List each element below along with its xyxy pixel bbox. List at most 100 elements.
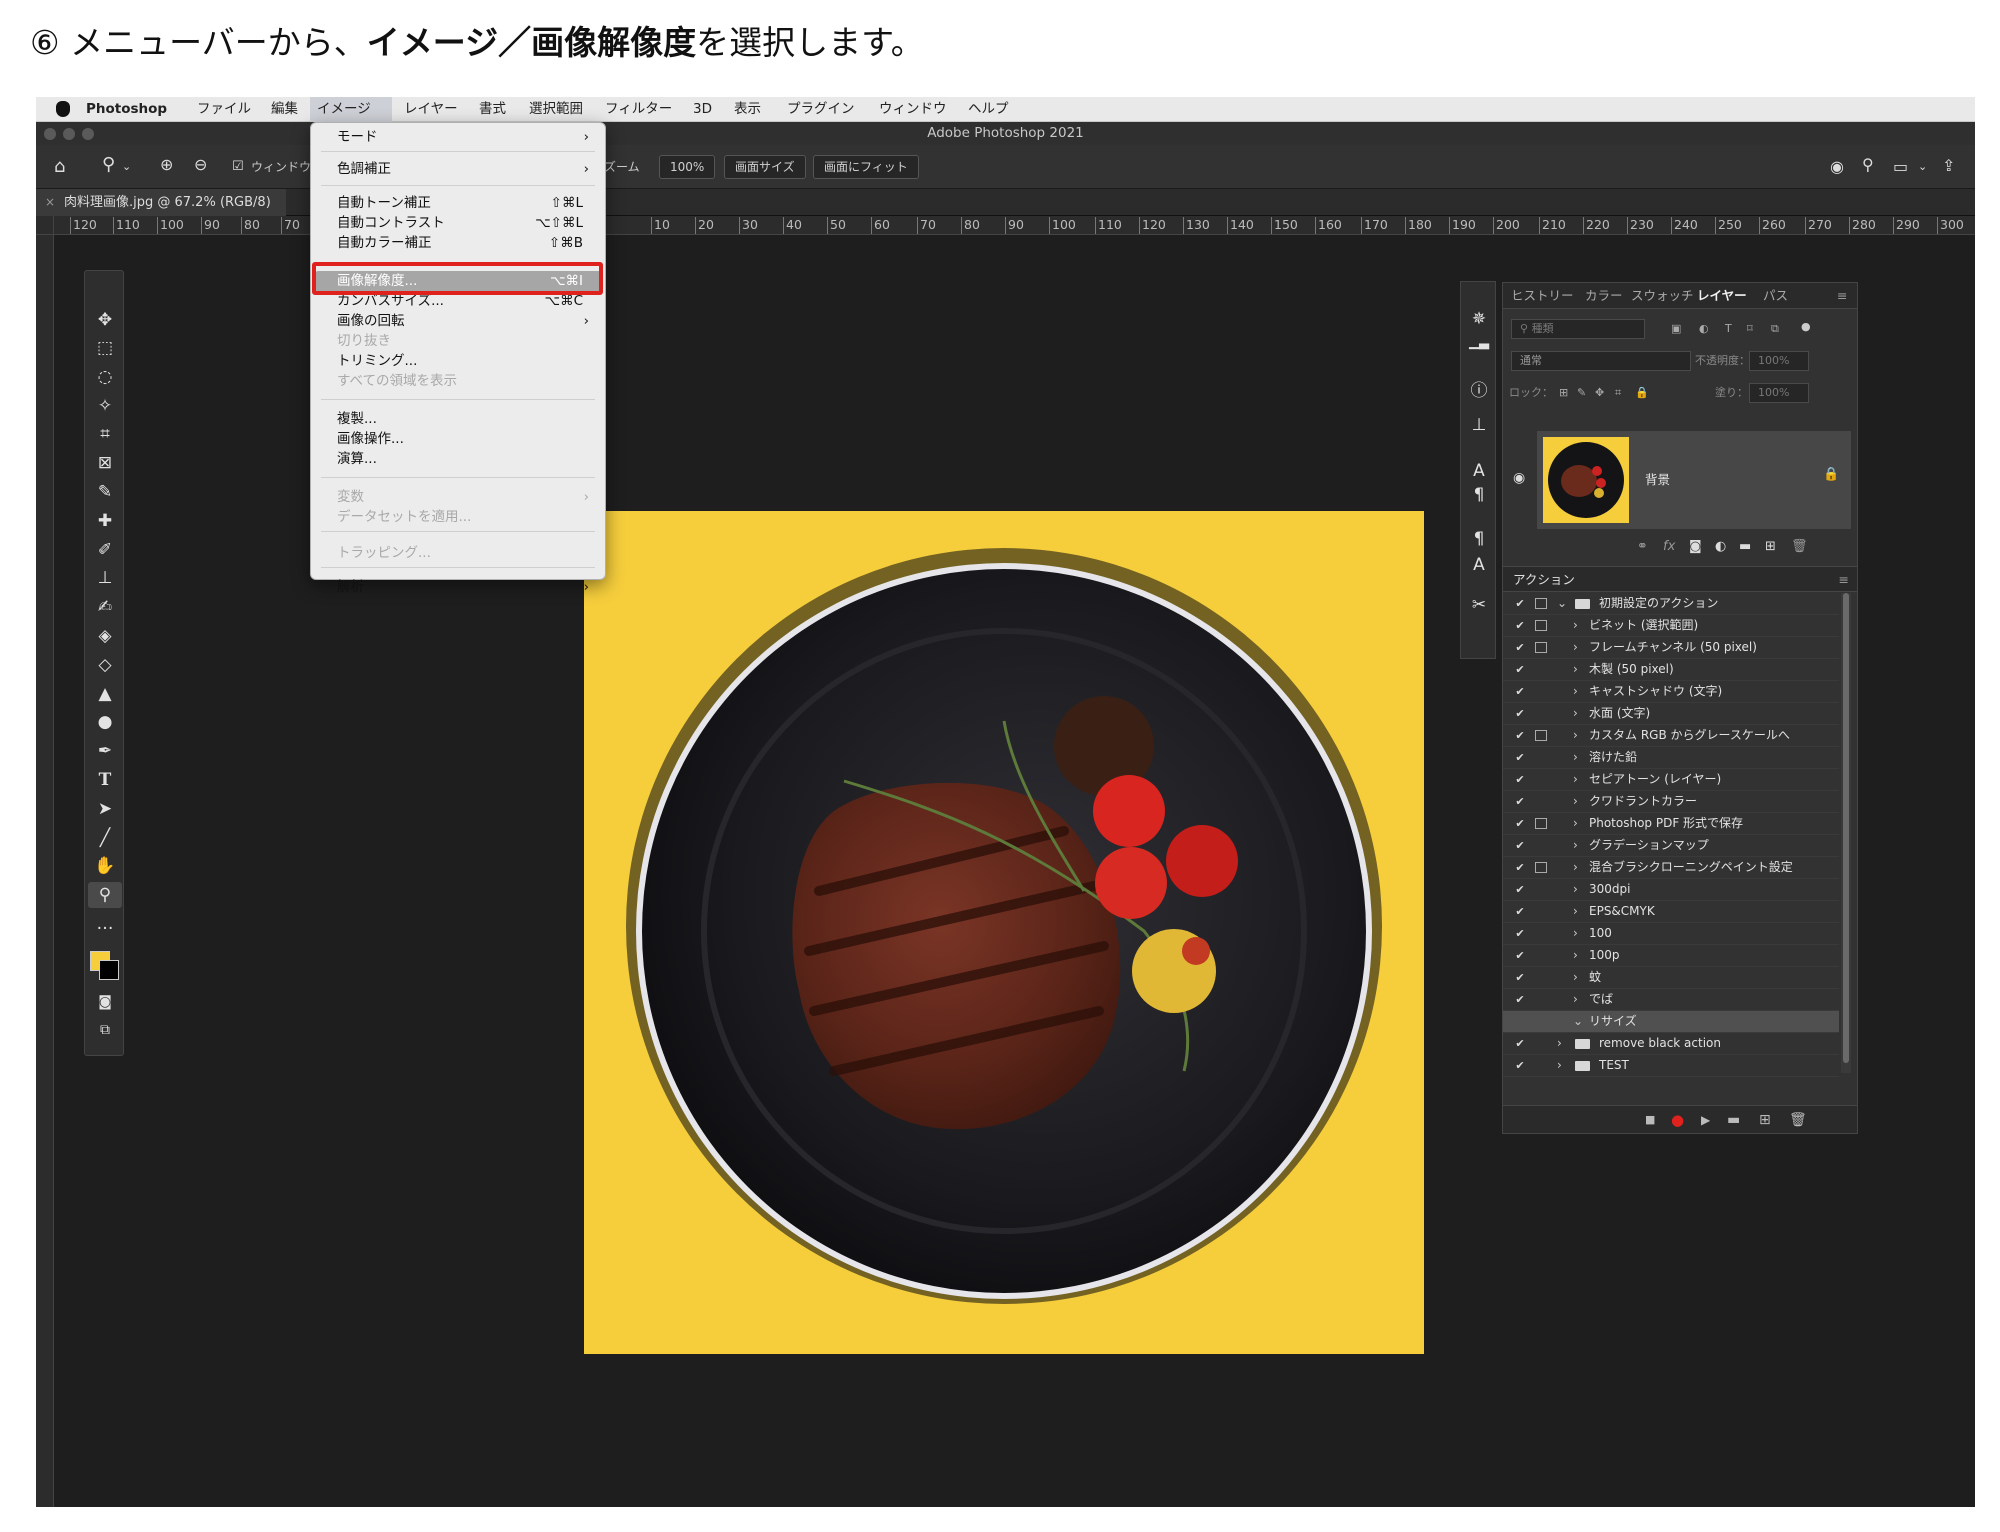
- image-menu-item[interactable]: 自動コントラスト ⌥⇧⌘L: [311, 213, 605, 233]
- panel-menu-icon[interactable]: ≡: [1837, 283, 1847, 309]
- dialog-toggle-icon[interactable]: [1535, 862, 1547, 873]
- close-tab-icon[interactable]: ×: [45, 189, 55, 216]
- stamp-tool-icon[interactable]: ⊥: [88, 565, 122, 591]
- lock-position-icon[interactable]: ✥: [1595, 383, 1604, 403]
- checkbox-checked-icon[interactable]: ☑: [232, 155, 244, 179]
- menu-select[interactable]: 選択範囲: [522, 97, 590, 122]
- action-row[interactable]: ✔ › 300dpi: [1503, 879, 1839, 901]
- type-tool-icon[interactable]: T: [88, 767, 122, 793]
- layer-filter-input[interactable]: ⚲ 種類: [1511, 319, 1645, 339]
- chevron-right-icon[interactable]: ›: [1573, 835, 1578, 856]
- image-menu-item[interactable]: 画像操作...: [311, 429, 605, 449]
- action-check-icon[interactable]: ✔: [1513, 637, 1527, 658]
- menu-app-photoshop[interactable]: Photoshop: [79, 97, 174, 122]
- zoom-out-icon[interactable]: ⊖: [194, 153, 207, 177]
- action-check-icon[interactable]: ✔: [1513, 703, 1527, 724]
- histogram-icon[interactable]: ▁▃: [1462, 330, 1496, 356]
- blur-tool-icon[interactable]: ▲: [88, 681, 122, 707]
- layer-row-background[interactable]: 背景 🔒: [1537, 431, 1851, 529]
- filter-type-icon[interactable]: T: [1725, 319, 1732, 339]
- chevron-right-icon[interactable]: ›: [1557, 1033, 1562, 1054]
- chevron-right-icon[interactable]: ›: [1573, 681, 1578, 702]
- menu-window[interactable]: ウィンドウ: [872, 97, 954, 122]
- fill-field[interactable]: 100%: [1749, 383, 1809, 403]
- dialog-toggle-icon[interactable]: [1535, 642, 1547, 653]
- filter-pixel-icon[interactable]: ▣: [1671, 319, 1681, 339]
- link-layers-icon[interactable]: ⚭: [1637, 537, 1648, 557]
- line-tool-icon[interactable]: ╱: [88, 825, 122, 851]
- glyph-icon[interactable]: ¶: [1462, 526, 1496, 552]
- actions-scrollbar[interactable]: [1841, 593, 1851, 1073]
- action-check-icon[interactable]: ✔: [1513, 1033, 1527, 1054]
- action-row[interactable]: ✔ › セピアトーン (レイヤー): [1503, 769, 1839, 791]
- filter-shape-icon[interactable]: ⌑: [1747, 319, 1753, 339]
- dialog-toggle-icon[interactable]: [1535, 598, 1547, 609]
- chevron-right-icon[interactable]: ›: [1573, 659, 1578, 680]
- action-row[interactable]: ✔ › Photoshop PDF 形式で保存: [1503, 813, 1839, 835]
- action-check-icon[interactable]: ✔: [1513, 923, 1527, 944]
- dialog-toggle-icon[interactable]: [1535, 730, 1547, 741]
- filter-adjustment-icon[interactable]: ◐: [1699, 319, 1709, 339]
- chevron-right-icon[interactable]: ›: [1573, 945, 1578, 966]
- move-tool-icon[interactable]: ✥: [88, 307, 122, 333]
- share-icon[interactable]: ⇪: [1942, 154, 1955, 178]
- menu-3d[interactable]: 3D: [686, 97, 719, 122]
- chevron-right-icon[interactable]: ›: [1573, 747, 1578, 768]
- action-row[interactable]: ✔ › 蚊: [1503, 967, 1839, 989]
- fx-icon[interactable]: fx: [1663, 537, 1675, 557]
- chevron-right-icon[interactable]: ›: [1573, 769, 1578, 790]
- path-selection-tool-icon[interactable]: ➤: [88, 796, 122, 822]
- zoom-window-button[interactable]: [82, 128, 94, 140]
- menu-view[interactable]: 表示: [727, 97, 768, 122]
- menu-edit[interactable]: 編集: [264, 97, 305, 122]
- image-menu-item[interactable]: モード ›: [311, 127, 605, 147]
- pen-tool-icon[interactable]: ✒: [88, 738, 122, 764]
- action-row[interactable]: ✔ › グラデーションマップ: [1503, 835, 1839, 857]
- lock-all-icon[interactable]: 🔒: [1635, 383, 1649, 403]
- marquee-tool-icon[interactable]: ⬚: [88, 335, 122, 361]
- lock-artboard-icon[interactable]: ⌗: [1615, 383, 1621, 403]
- info-icon[interactable]: ⓘ: [1462, 378, 1496, 404]
- image-menu-item[interactable]: 演算...: [311, 449, 605, 469]
- action-row[interactable]: ✔ › TEST: [1503, 1055, 1839, 1077]
- more-tools-icon[interactable]: …: [88, 911, 122, 937]
- eyedropper-tool-icon[interactable]: ✎: [88, 479, 122, 505]
- action-check-icon[interactable]: ✔: [1513, 989, 1527, 1010]
- dialog-toggle-icon[interactable]: [1535, 818, 1547, 829]
- action-check-icon[interactable]: ✔: [1513, 769, 1527, 790]
- action-row[interactable]: ✔ › 100: [1503, 923, 1839, 945]
- layer-mask-icon[interactable]: ◙: [1689, 537, 1702, 557]
- action-check-icon[interactable]: ✔: [1513, 615, 1527, 636]
- dodge-tool-icon[interactable]: ●: [88, 709, 122, 735]
- character-icon[interactable]: A: [1462, 458, 1496, 484]
- action-check-icon[interactable]: ✔: [1513, 813, 1527, 834]
- chevron-right-icon[interactable]: ›: [1573, 923, 1578, 944]
- action-check-icon[interactable]: ✔: [1513, 593, 1527, 614]
- chevron-right-icon[interactable]: ›: [1573, 901, 1578, 922]
- opacity-field[interactable]: 100%: [1749, 351, 1809, 371]
- action-check-icon[interactable]: ✔: [1513, 967, 1527, 988]
- filter-toggle-icon[interactable]: ●: [1801, 317, 1811, 337]
- scrollbar-thumb[interactable]: [1843, 593, 1849, 1063]
- share-user-icon[interactable]: ◉: [1830, 155, 1844, 179]
- action-check-icon[interactable]: ✔: [1513, 945, 1527, 966]
- chevron-down-icon[interactable]: ⌄: [1557, 593, 1567, 614]
- actions-menu-icon[interactable]: ≡: [1839, 567, 1849, 593]
- fit-screen-button[interactable]: 画面にフィット: [813, 155, 919, 179]
- tab-history[interactable]: ヒストリー: [1511, 283, 1574, 309]
- action-row[interactable]: ✔ › フレームチャンネル (50 pixel): [1503, 637, 1839, 659]
- filter-smart-object-icon[interactable]: ⧉: [1771, 319, 1779, 339]
- chevron-right-icon[interactable]: ›: [1573, 857, 1578, 878]
- tab-color[interactable]: カラー: [1585, 283, 1623, 309]
- menu-image[interactable]: イメージ: [310, 97, 392, 122]
- action-check-icon[interactable]: ✔: [1513, 901, 1527, 922]
- chevron-right-icon[interactable]: ›: [1573, 637, 1578, 658]
- lasso-tool-icon[interactable]: ◌: [88, 364, 122, 390]
- chevron-right-icon[interactable]: ›: [1557, 1055, 1562, 1076]
- chevron-right-icon[interactable]: ›: [1573, 989, 1578, 1010]
- action-row[interactable]: ✔ › 100p: [1503, 945, 1839, 967]
- healing-brush-tool-icon[interactable]: ✚: [88, 508, 122, 534]
- magic-wand-tool-icon[interactable]: ✧: [88, 393, 122, 419]
- zoom-in-icon[interactable]: ⊕: [160, 153, 173, 177]
- minimize-window-button[interactable]: [63, 128, 75, 140]
